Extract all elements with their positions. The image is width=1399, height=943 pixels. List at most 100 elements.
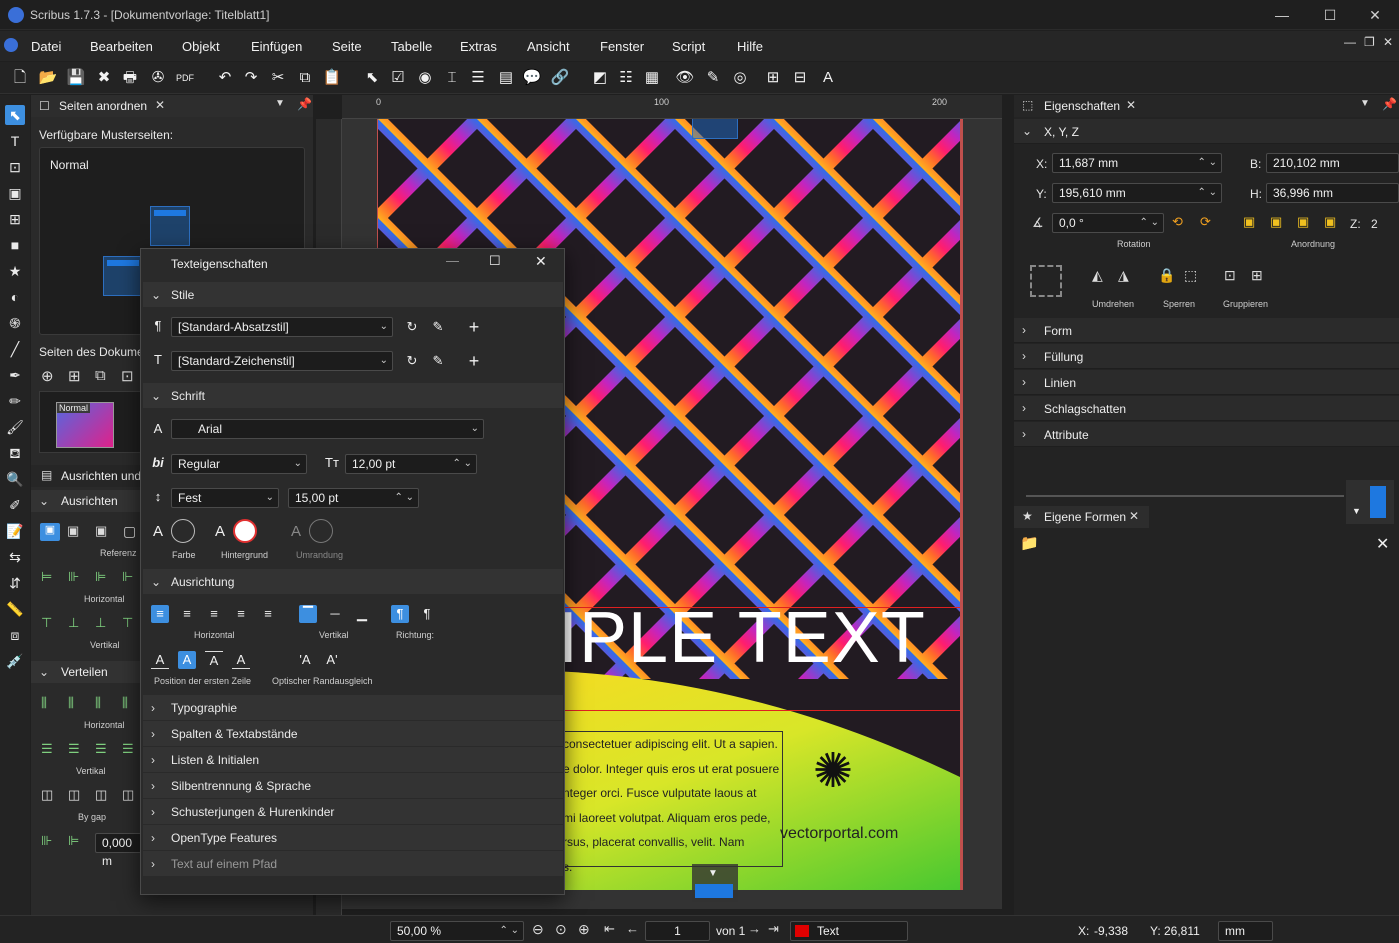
link-frames-icon[interactable]: ⇆: [5, 547, 25, 567]
spellcheck-icon[interactable]: A: [818, 68, 838, 88]
preview-mode-icon[interactable]: ◩: [590, 68, 610, 88]
page-margin-right-icon[interactable]: ◫: [95, 787, 107, 803]
align-left-icon[interactable]: ⊨: [41, 569, 52, 585]
valign-bottom-icon[interactable]: ▁: [353, 605, 371, 623]
section-typographie[interactable]: › Typographie: [143, 695, 563, 720]
menu-datei[interactable]: Datei: [31, 39, 61, 54]
panel-splitter[interactable]: [1026, 495, 1344, 497]
edit-para-style-icon[interactable]: ✎: [429, 318, 447, 336]
checkbox-field-icon[interactable]: ☑: [388, 68, 408, 88]
section-stile[interactable]: ⌄ Stile: [143, 282, 563, 307]
folder-icon[interactable]: 📁: [1020, 534, 1039, 552]
lock-icon[interactable]: 🔒: [1158, 267, 1175, 284]
dialog-maximize-button[interactable]: ☐: [489, 253, 501, 269]
freehand-tool-icon[interactable]: ✏: [5, 391, 25, 411]
section-fuellung[interactable]: › Füllung: [1014, 344, 1399, 369]
section-opentype[interactable]: › OpenType Features: [143, 825, 563, 850]
section-schusterjungen[interactable]: › Schusterjungen & Hurenkinder: [143, 799, 563, 824]
menu-objekt[interactable]: Objekt: [182, 39, 220, 54]
reset-para-style-icon[interactable]: ↻: [403, 318, 421, 336]
menu-extras[interactable]: Extras: [460, 39, 497, 54]
combo-field-icon[interactable]: ☰: [468, 68, 488, 88]
last-page-icon[interactable]: ⇥: [768, 921, 779, 937]
direction-rtl-icon[interactable]: ¶: [418, 605, 436, 623]
close-shape-tab-icon[interactable]: ✕: [1376, 534, 1389, 554]
page-margin-center-icon[interactable]: ◫: [68, 787, 80, 803]
group-icon[interactable]: ⊡: [1224, 267, 1236, 284]
menu-ansicht[interactable]: Ansicht: [527, 39, 570, 54]
flip-vertical-icon[interactable]: ◮: [1118, 267, 1129, 284]
edit-contents-icon[interactable]: ✐: [5, 495, 25, 515]
align-bottom-icon[interactable]: ⊥: [95, 615, 106, 631]
page-options-icon[interactable]: ⊡: [121, 367, 134, 385]
annotation-icon[interactable]: 💬: [522, 68, 542, 88]
char-style-select[interactable]: [Standard-Zeichenstil] ⌄: [171, 351, 393, 371]
edit-text-icon[interactable]: ☷: [616, 68, 636, 88]
add-para-style-icon[interactable]: +: [465, 318, 483, 336]
align-vcenter-icon[interactable]: ⊥: [68, 615, 79, 631]
lower-to-bottom-icon[interactable]: ▣: [1324, 214, 1336, 230]
measure-tool-icon[interactable]: 📏: [5, 599, 25, 619]
spin-arrows-icon[interactable]: ⌃ ⌄: [1139, 214, 1159, 232]
zoom-tool-icon[interactable]: 🔍: [5, 469, 25, 489]
first-line-ascent-icon[interactable]: A: [151, 651, 169, 669]
dock-menu-icon[interactable]: ▼: [1360, 98, 1370, 109]
print-icon[interactable]: 🖶: [120, 68, 140, 88]
section-schrift[interactable]: ⌄ Schrift: [143, 383, 563, 408]
text-frame-icon[interactable]: T: [5, 131, 25, 151]
spin-arrows-icon[interactable]: ⌃ ⌄: [394, 489, 414, 507]
doc-restore-icon[interactable]: ❐: [1364, 35, 1375, 49]
reset-char-style-icon[interactable]: ↻: [403, 352, 421, 370]
add-page-icon[interactable]: ⊕: [41, 367, 54, 385]
section-schlagschatten[interactable]: › Schlagschatten: [1014, 396, 1399, 421]
export-pdf-icon[interactable]: PDF: [175, 68, 195, 88]
verteilen-section[interactable]: ⌄ Verteilen: [31, 661, 141, 683]
page-margin-left-icon[interactable]: ◫: [41, 787, 53, 803]
menu-seite[interactable]: Seite: [332, 39, 362, 54]
align-hcenter-icon[interactable]: ⊪: [68, 569, 79, 585]
table-edit-icon[interactable]: ⊟: [790, 68, 810, 88]
menu-bearbeiten[interactable]: Bearbeiten: [90, 39, 153, 54]
reference-page-icon[interactable]: ▣: [67, 523, 79, 539]
font-select[interactable]: Arial ⌄: [171, 419, 484, 439]
pin-icon[interactable]: 📌: [1382, 97, 1397, 111]
distribute-center-icon[interactable]: ⫼: [68, 695, 74, 711]
paint-bucket-icon[interactable]: ⛾: [5, 443, 25, 463]
link-annotation-icon[interactable]: 🔗: [550, 68, 570, 88]
distribute-bottom-icon[interactable]: ☰: [95, 741, 107, 757]
redo-icon[interactable]: ↷: [241, 68, 261, 88]
story-editor-icon[interactable]: 📝: [5, 521, 25, 541]
first-page-icon[interactable]: ⇤: [604, 921, 615, 937]
prev-page-icon[interactable]: ←: [626, 921, 639, 936]
open-folder-icon[interactable]: 📂: [38, 68, 58, 88]
menu-hilfe[interactable]: Hilfe: [737, 39, 763, 54]
paragraph-style-select[interactable]: [Standard-Absatzstil] ⌄: [171, 317, 393, 337]
background-color-none-icon[interactable]: [233, 519, 257, 543]
flip-horizontal-icon[interactable]: ◭: [1092, 267, 1103, 284]
distribute-gap-icon[interactable]: ⫼: [122, 695, 128, 711]
section-silbentrennung[interactable]: › Silbentrennung & Sprache: [143, 773, 563, 798]
align-text-forced-icon[interactable]: ≡: [259, 605, 277, 623]
add-char-style-icon[interactable]: +: [465, 352, 483, 370]
menu-script[interactable]: Script: [672, 39, 705, 54]
zoom-in-icon[interactable]: ⊕: [578, 921, 590, 938]
align-right-icon[interactable]: ⊫: [95, 569, 106, 585]
x-input[interactable]: 11,687 mm ⌃ ⌄: [1052, 153, 1222, 173]
align-text-left-icon[interactable]: ≡: [151, 605, 169, 623]
align-text-center-icon[interactable]: ≡: [178, 605, 196, 623]
outline-color-swatch[interactable]: [309, 519, 333, 543]
line-tool-icon[interactable]: ╱: [5, 339, 25, 359]
new-document-icon[interactable]: 🗋: [10, 68, 30, 88]
gap-v-icon[interactable]: ⊫: [68, 833, 79, 849]
doc-minimize-icon[interactable]: —: [1344, 35, 1356, 49]
close-shapes-icon[interactable]: ✕: [1129, 509, 1139, 523]
list-field-icon[interactable]: ▤: [496, 68, 516, 88]
edit-content-icon[interactable]: ✎: [703, 68, 723, 88]
distribute-right-icon[interactable]: ⫼: [95, 695, 101, 711]
selected-text-frame[interactable]: [558, 607, 960, 711]
bezier-tool-icon[interactable]: ✒: [5, 365, 25, 385]
close-doc-icon[interactable]: ✖: [94, 68, 114, 88]
optical-left-icon[interactable]: 'A: [296, 651, 314, 669]
basepoint-grid-icon[interactable]: [1030, 265, 1062, 297]
polygon-star-icon[interactable]: ★: [5, 261, 25, 281]
